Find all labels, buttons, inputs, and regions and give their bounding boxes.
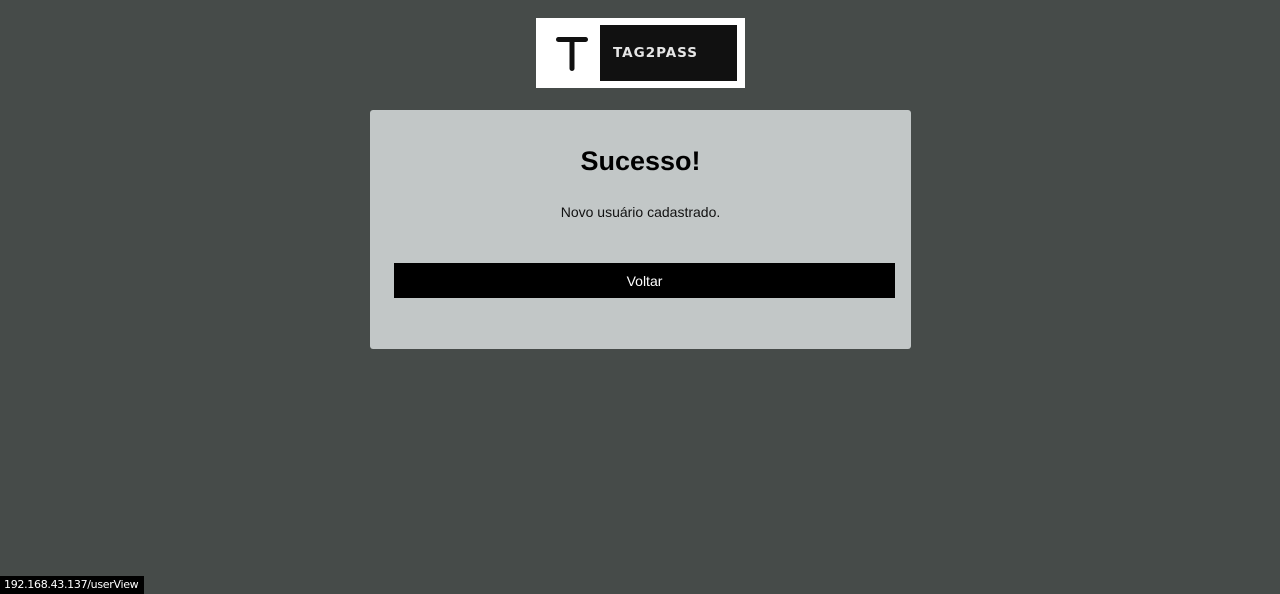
logo-text: TAG2PASS — [613, 45, 699, 61]
success-card: Sucesso! Novo usuário cadastrado. Voltar — [370, 110, 911, 349]
success-message: Novo usuário cadastrado. — [560, 204, 721, 220]
page: TAG2PASS Sucesso! Novo usuário cadastrad… — [0, 0, 1280, 594]
status-bar-url: 192.168.43.137/userView — [0, 576, 145, 594]
logo-t-icon — [544, 25, 600, 81]
back-button[interactable]: Voltar — [394, 263, 895, 298]
success-title: Sucesso! — [580, 146, 701, 176]
brand-logo: TAG2PASS — [536, 18, 745, 88]
logo-inner: TAG2PASS — [544, 25, 737, 81]
